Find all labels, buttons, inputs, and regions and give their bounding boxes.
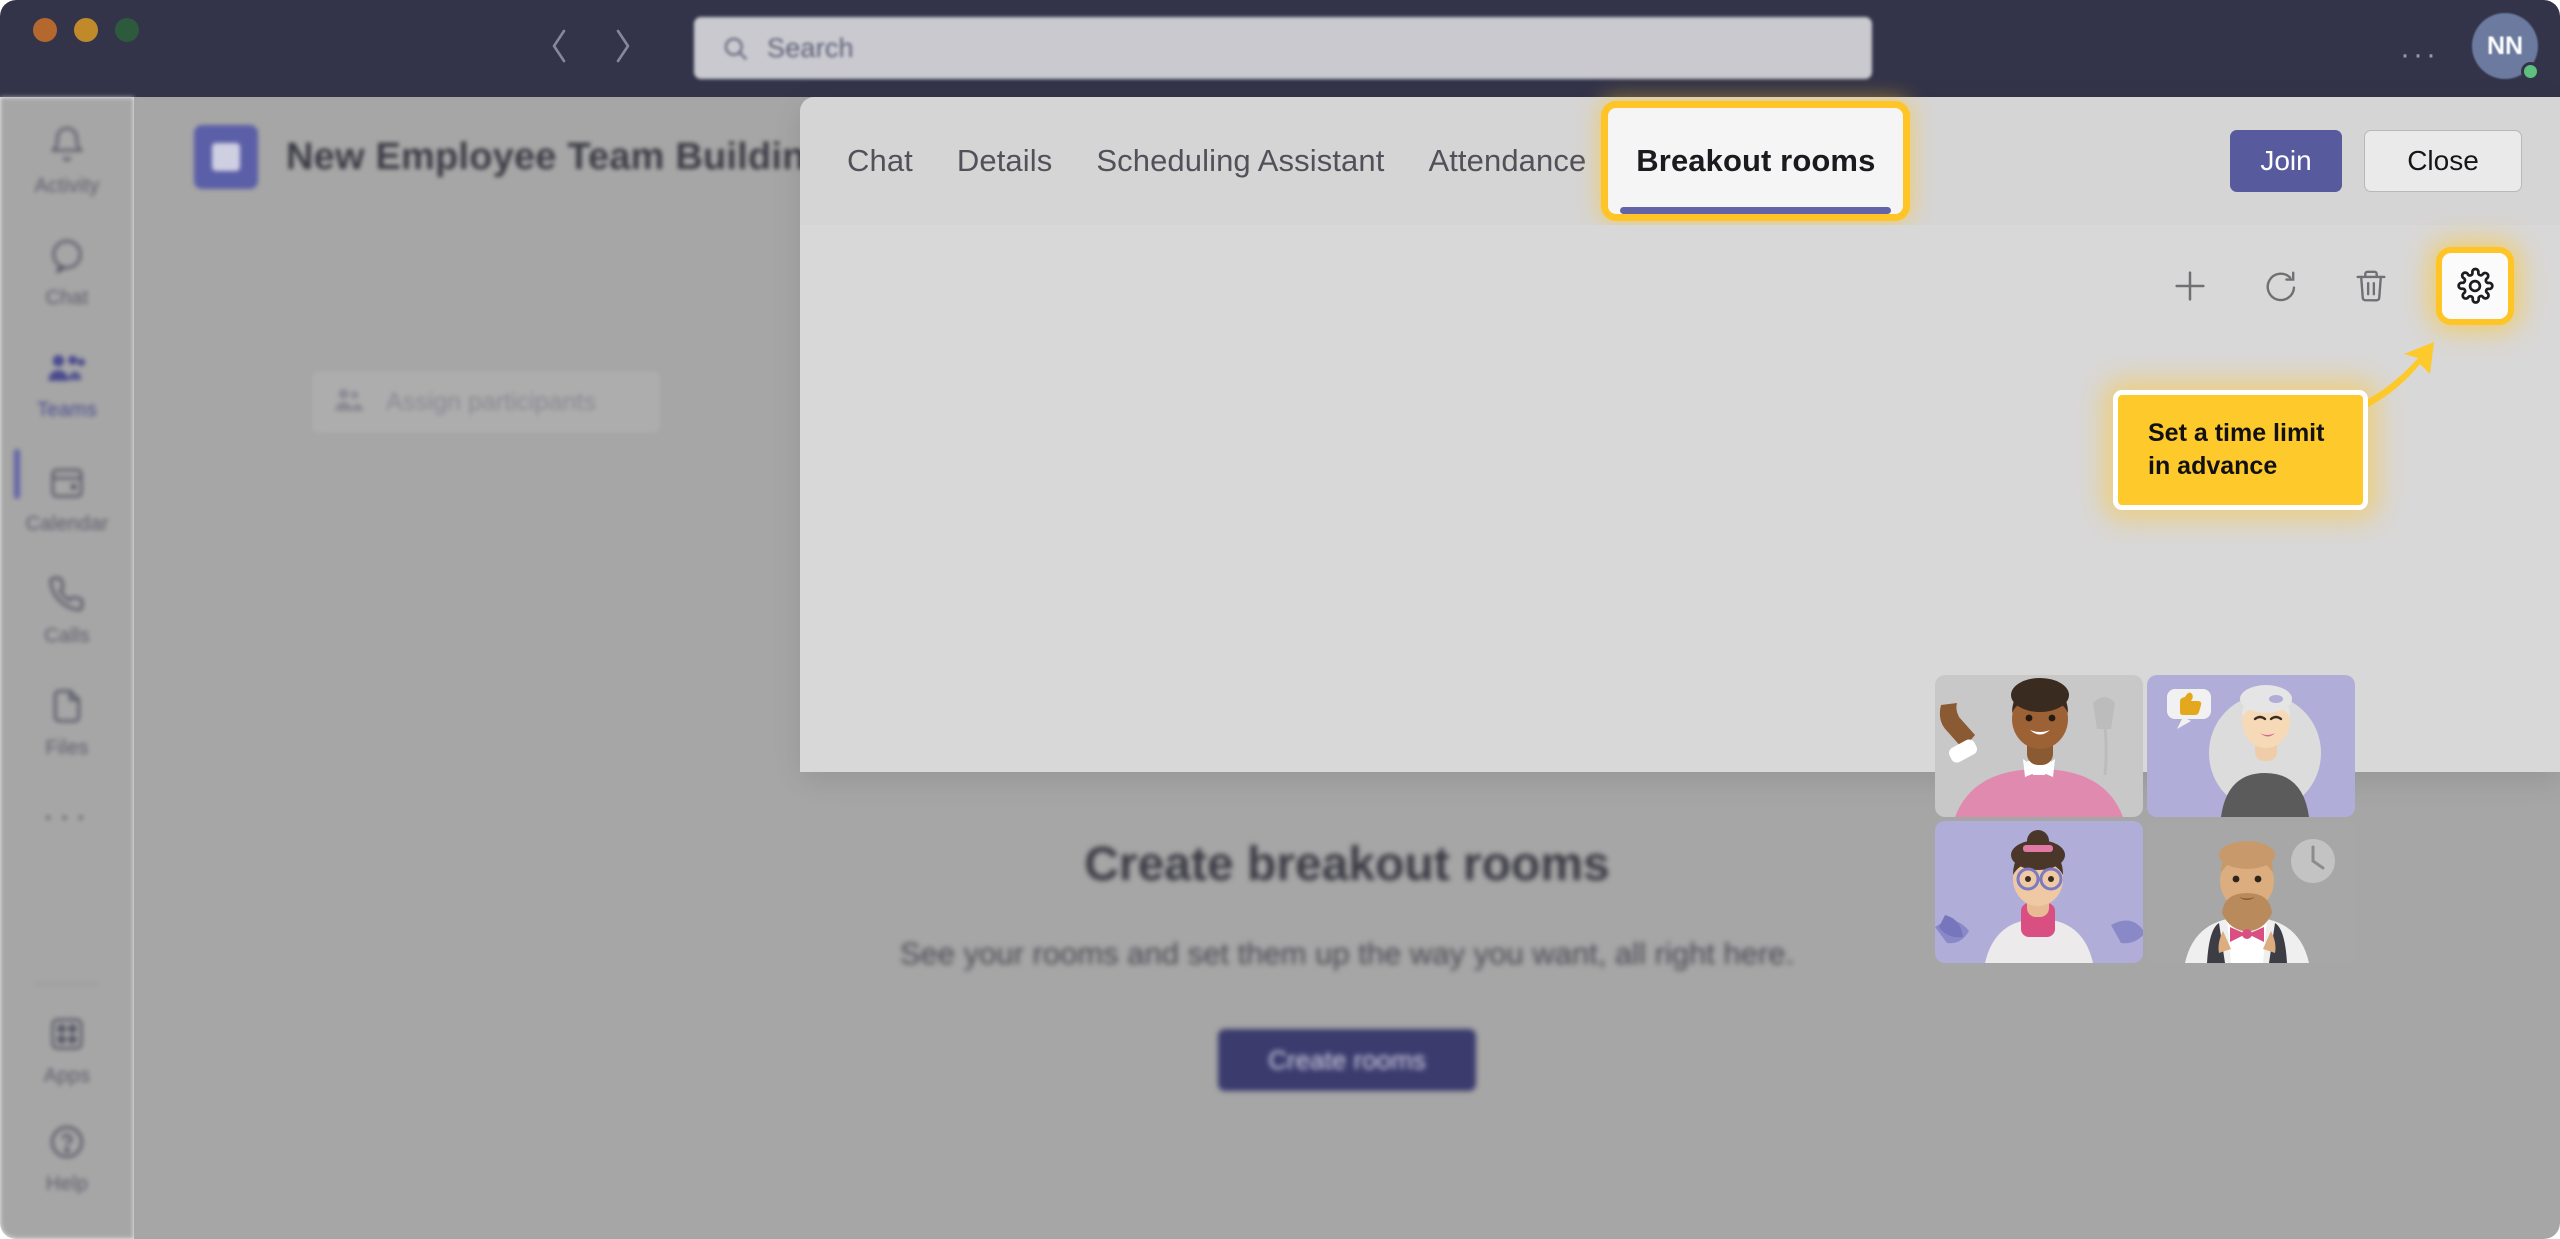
breakout-rooms-toolbar	[2170, 253, 2508, 319]
maximize-window-button[interactable]	[115, 18, 139, 42]
assign-participants-label: Assign participants	[386, 387, 596, 416]
teams-app-window: Search ··· NN Activity Chat Teams Calend…	[0, 0, 2560, 1239]
sidebar-item-calls[interactable]: Calls	[0, 575, 134, 648]
sidebar-item-activity[interactable]: Activity	[0, 125, 134, 198]
calendar-icon	[48, 463, 86, 506]
window-traffic-lights	[33, 18, 139, 42]
tab-details[interactable]: Details	[935, 97, 1074, 225]
callout-line-1: Set a time limit	[2148, 418, 2325, 447]
sidebar-item-chat[interactable]: Chat	[0, 237, 134, 310]
refresh-icon[interactable]	[2262, 267, 2300, 305]
plus-icon[interactable]	[2170, 266, 2210, 306]
close-window-button[interactable]	[33, 18, 57, 42]
sidebar-label-apps: Apps	[43, 1065, 91, 1087]
search-placeholder: Search	[767, 32, 854, 63]
titlebar-more-button[interactable]: ···	[2400, 38, 2439, 72]
empty-state-subtitle: See your rooms and set them up the way y…	[899, 936, 1795, 971]
assign-participants-button[interactable]: Assign participants	[312, 371, 660, 433]
presence-indicator	[2521, 62, 2540, 81]
tooltip-callout: Set a time limit in advance	[2113, 390, 2368, 510]
tab-chat[interactable]: Chat	[825, 97, 935, 225]
sidebar-label-help: Help	[46, 1173, 88, 1195]
file-icon	[48, 687, 86, 730]
tab-attendance[interactable]: Attendance	[1406, 97, 1608, 225]
create-rooms-button[interactable]: Create rooms	[1218, 1029, 1476, 1091]
minimize-window-button[interactable]	[74, 18, 98, 42]
modal-tab-bar: Chat Details Scheduling Assistant Attend…	[825, 97, 1904, 225]
page-title: New Employee Team Building	[286, 135, 829, 178]
help-circle-icon	[48, 1123, 86, 1166]
sidebar-label-calendar: Calendar	[25, 513, 109, 535]
tab-scheduling-assistant[interactable]: Scheduling Assistant	[1074, 97, 1406, 225]
sidebar-item-more[interactable]: ···	[0, 797, 134, 836]
sidebar-item-help[interactable]: Help	[0, 1123, 134, 1196]
sidebar-label-chat: Chat	[45, 287, 89, 309]
sidebar-label-teams: Teams	[37, 399, 97, 421]
people-icon	[47, 349, 87, 392]
sidebar-item-teams[interactable]: Teams	[0, 349, 134, 422]
navigation-arrows	[548, 28, 634, 64]
search-icon	[722, 35, 749, 62]
tab-breakout-rooms[interactable]: Breakout rooms	[1608, 108, 1904, 214]
gear-icon[interactable]	[2442, 253, 2508, 319]
trash-icon[interactable]	[2352, 267, 2390, 305]
sidebar-label-activity: Activity	[34, 175, 100, 197]
modal-header: Chat Details Scheduling Assistant Attend…	[800, 97, 2560, 225]
sidebar-item-files[interactable]: Files	[0, 687, 134, 760]
sidebar-label-files: Files	[45, 737, 89, 759]
bell-icon	[48, 125, 86, 168]
close-button[interactable]: Close	[2364, 130, 2522, 192]
modal-header-actions: Join Close	[2230, 130, 2522, 192]
phone-icon	[48, 575, 86, 618]
active-rail-indicator	[14, 449, 20, 499]
title-bar: Search ··· NN	[0, 0, 2560, 97]
people-assign-icon	[334, 385, 368, 420]
search-input[interactable]: Search	[694, 17, 1872, 79]
video-call-grid-illustration	[1935, 675, 2355, 963]
left-navigation-rail: Activity Chat Teams Calendar Calls Files…	[0, 97, 134, 1239]
join-button[interactable]: Join	[2230, 130, 2342, 192]
forward-button[interactable]	[612, 28, 634, 64]
apps-grid-icon	[48, 1015, 86, 1058]
more-icon: ···	[42, 797, 92, 835]
empty-state-title: Create breakout rooms	[1084, 838, 1610, 891]
sidebar-item-calendar[interactable]: Calendar	[0, 463, 134, 536]
sidebar-label-calls: Calls	[44, 625, 90, 647]
rail-divider	[34, 983, 100, 985]
callout-line-2: in advance	[2148, 452, 2278, 480]
chat-bubble-icon	[48, 237, 86, 280]
meeting-header: New Employee Team Building	[194, 125, 829, 189]
calendar-event-icon	[194, 125, 258, 189]
sidebar-item-apps[interactable]: Apps	[0, 1015, 134, 1088]
back-button[interactable]	[548, 28, 570, 64]
